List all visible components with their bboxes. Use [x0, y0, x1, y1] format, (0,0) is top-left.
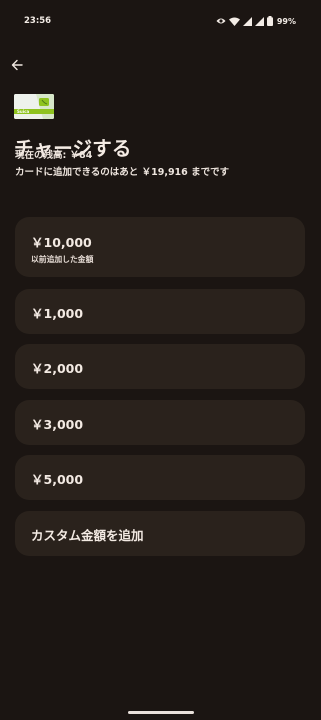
option-amount: ￥5,000: [31, 472, 84, 487]
option-previous-amount-label: 以前追加した金額: [31, 255, 94, 264]
option-2000-button[interactable]: ￥2,000: [15, 344, 305, 389]
back-button[interactable]: [6, 54, 28, 76]
add-custom-amount-button[interactable]: カスタム金額を追加: [15, 511, 305, 556]
battery-percentage: 99%: [276, 16, 296, 26]
status-bar: 23:56 99%: [0, 0, 321, 44]
suica-card-graphic: [14, 94, 54, 119]
suica-card-image: Suica: [14, 94, 54, 119]
eye-icon: [216, 17, 226, 25]
option-10000-button[interactable]: ￥10,000 以前追加した金額: [15, 217, 305, 277]
signal-icon: [254, 16, 264, 26]
wifi-icon: [228, 17, 240, 26]
signal-icon: [242, 16, 252, 26]
charge-limit-text: カードに追加できるのはあと ￥19,916 までです: [15, 167, 230, 178]
option-amount: ￥1,000: [31, 306, 84, 321]
current-balance-text: 現在の残高: ￥84: [15, 150, 93, 161]
option-amount: ￥2,000: [31, 361, 84, 376]
status-time: 23:56: [24, 16, 52, 26]
option-amount: ￥3,000: [31, 417, 84, 432]
option-amount: ￥10,000: [31, 235, 92, 250]
option-5000-button[interactable]: ￥5,000: [15, 455, 305, 500]
option-custom-amount-label: カスタム金額を追加: [31, 528, 144, 543]
option-1000-button[interactable]: ￥1,000: [15, 289, 305, 334]
option-3000-button[interactable]: ￥3,000: [15, 400, 305, 445]
arrow-left-icon: [11, 56, 23, 75]
suica-logo-text: Suica: [17, 109, 30, 114]
home-indicator[interactable]: [128, 711, 194, 714]
battery-icon: [266, 16, 273, 26]
status-icons: 99%: [216, 15, 296, 27]
